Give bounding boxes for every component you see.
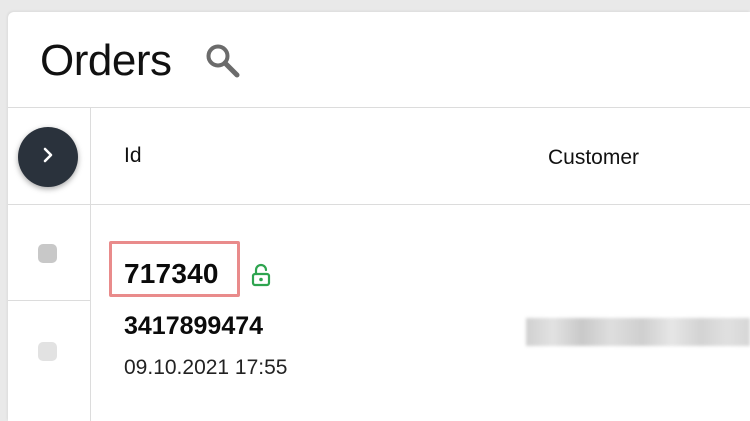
orders-header: Orders	[8, 12, 750, 108]
column-divider	[90, 108, 91, 421]
column-header-id[interactable]: Id	[124, 144, 142, 168]
column-header-customer[interactable]: Customer	[548, 146, 639, 170]
orders-panel: Orders Id Customer 717340 3417899474 09.…	[8, 12, 750, 421]
order-number: 3417899474	[124, 312, 264, 340]
order-date: 09.10.2021 17:55	[124, 356, 288, 379]
row-select-checkbox[interactable]	[38, 342, 57, 361]
page-title: Orders	[40, 36, 172, 85]
search-icon[interactable]	[204, 42, 242, 80]
unlocked-padlock-icon[interactable]	[251, 263, 271, 287]
expand-sidebar-button[interactable]	[18, 127, 78, 187]
customer-name-redacted	[526, 318, 750, 346]
chevron-right-icon	[39, 146, 57, 169]
row-divider	[8, 300, 90, 301]
order-id[interactable]: 717340	[124, 258, 219, 290]
row-select-checkbox[interactable]	[38, 244, 57, 263]
